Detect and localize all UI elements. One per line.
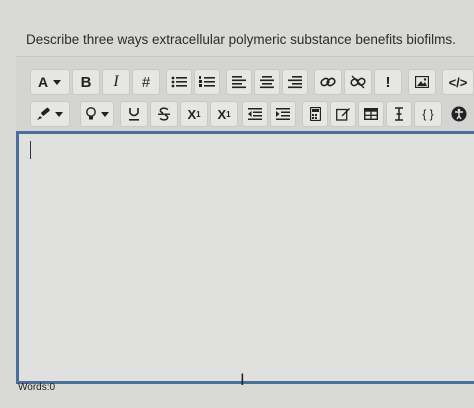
- align-left-button[interactable]: [226, 69, 252, 95]
- bullet-list-button[interactable]: [166, 69, 192, 95]
- table-icon: [364, 108, 378, 120]
- table-button[interactable]: [358, 101, 384, 127]
- highlight-brush-icon: [37, 107, 50, 120]
- accessibility-button[interactable]: [446, 101, 472, 127]
- numbered-list-icon: [199, 76, 215, 87]
- bold-button[interactable]: B: [72, 69, 100, 95]
- subscript-icon: X: [187, 106, 197, 122]
- question-text: Describe three ways extracellular polyme…: [26, 32, 456, 47]
- alert-button[interactable]: !: [374, 69, 402, 95]
- edit-button[interactable]: [330, 101, 356, 127]
- lightbulb-icon: [85, 107, 96, 120]
- superscript-index: 1: [226, 109, 231, 119]
- subscript-index: 1: [196, 109, 201, 119]
- strikethrough-icon: [158, 107, 170, 121]
- image-button[interactable]: [408, 69, 436, 95]
- font-icon: A: [37, 74, 49, 90]
- underline-button[interactable]: [120, 101, 148, 127]
- numbered-list-button[interactable]: [194, 69, 220, 95]
- unlink-icon: [350, 75, 366, 89]
- italic-button[interactable]: I: [102, 69, 130, 95]
- calculator-button[interactable]: [302, 101, 328, 127]
- underline-icon: [129, 108, 139, 121]
- link-icon: [320, 77, 336, 87]
- code-button[interactable]: </>: [442, 69, 474, 95]
- outdent-icon: [248, 108, 262, 120]
- edit-icon: [336, 108, 350, 121]
- link-button[interactable]: [314, 69, 342, 95]
- align-center-button[interactable]: [254, 69, 280, 95]
- align-left-icon: [232, 76, 246, 89]
- align-right-button[interactable]: [282, 69, 308, 95]
- accessibility-icon: [451, 106, 467, 122]
- text-caret: [30, 141, 31, 159]
- text-cursor-icon: [395, 107, 403, 121]
- align-right-icon: [288, 76, 302, 89]
- braces-button[interactable]: { }: [414, 101, 442, 127]
- editor-toolbar: A B I # ! </> X1 X 1 {}: [16, 56, 474, 131]
- align-center-icon: [260, 76, 274, 89]
- image-icon: [415, 76, 429, 88]
- word-count: Words:0: [18, 382, 55, 393]
- chevron-down-icon: [100, 112, 109, 117]
- answer-editor[interactable]: [16, 131, 474, 384]
- font-dropdown-button[interactable]: A: [30, 69, 70, 95]
- indent-icon: [276, 108, 290, 120]
- bullet-list-icon: [171, 76, 187, 88]
- unlink-button[interactable]: [344, 69, 372, 95]
- text-cursor-button[interactable]: [386, 101, 412, 127]
- word-count-value: 0: [49, 382, 56, 393]
- highlight-dropdown-button[interactable]: [30, 101, 70, 127]
- word-count-label: Words:: [18, 382, 50, 393]
- hint-dropdown-button[interactable]: [80, 101, 114, 127]
- strikethrough-button[interactable]: [150, 101, 178, 127]
- chevron-down-icon: [55, 112, 63, 117]
- superscript-button[interactable]: X1: [210, 101, 238, 127]
- mouse-ibeam-cursor: Ⅰ: [240, 370, 245, 389]
- chevron-down-icon: [53, 80, 62, 85]
- superscript-icon: X: [217, 106, 227, 122]
- calculator-icon: [309, 107, 321, 121]
- outdent-button[interactable]: [242, 101, 268, 127]
- heading-button[interactable]: #: [132, 69, 160, 95]
- indent-button[interactable]: [270, 101, 296, 127]
- subscript-button[interactable]: X1: [180, 101, 208, 127]
